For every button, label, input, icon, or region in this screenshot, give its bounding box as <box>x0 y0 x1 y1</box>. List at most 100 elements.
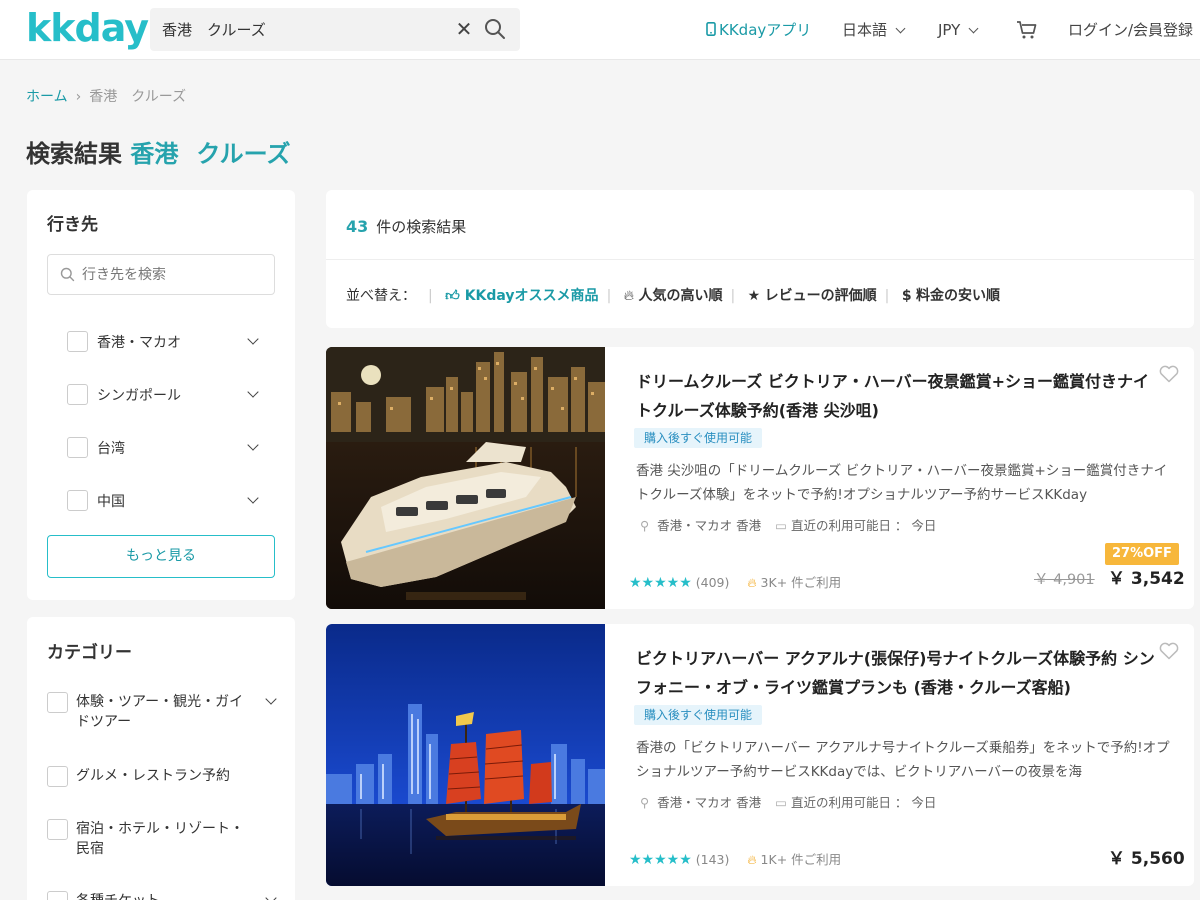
product-price: ￥ 5,560 <box>1108 849 1185 869</box>
chevron-down-icon <box>895 23 906 34</box>
product-image[interactable] <box>326 347 605 609</box>
sort-bar: 並べ替え： | 👍︎ KKdayオススメ商品 | 🔥︎ 人気の高い順 | ★ レビュー… <box>346 285 1000 305</box>
product-meta: ⚲ 香港・マカオ 香港 ▭ 直近の利用可能日 ： 今日 <box>640 792 936 811</box>
currency-label: JPY <box>938 21 961 39</box>
chevron-down-icon[interactable] <box>247 439 259 451</box>
title-location: 香港 <box>130 140 179 168</box>
chevron-down-icon[interactable] <box>247 386 259 398</box>
rating-stars: ★★★★★ <box>629 852 692 868</box>
chevron-down-icon[interactable] <box>247 333 259 345</box>
results-count-label: 件の検索結果 <box>376 218 467 236</box>
app-link[interactable]: KKdayアプリ <box>706 18 811 42</box>
clear-search-icon[interactable]: ✕ <box>453 18 475 40</box>
discount-badge: 27%OFF <box>1105 543 1179 565</box>
category-item[interactable]: グルメ・レストラン予約 <box>47 764 275 788</box>
heart-icon[interactable] <box>1159 365 1179 387</box>
chevron-down-icon[interactable] <box>247 492 259 504</box>
destination-item[interactable]: 台湾 <box>67 436 259 460</box>
separator: | <box>606 288 612 304</box>
search-icon <box>60 267 75 286</box>
category-label: 各種チケット <box>76 891 246 900</box>
sort-popular[interactable]: 🔥︎ 人気の高い順 <box>624 288 723 304</box>
checkbox[interactable] <box>67 384 88 405</box>
category-label: グルメ・レストラン予約 <box>76 768 230 784</box>
chevron-down-icon <box>968 23 979 34</box>
kkday-logo[interactable]: kkday <box>26 6 149 50</box>
show-more-button[interactable]: もっと見る <box>47 535 275 578</box>
chevron-down-icon[interactable] <box>265 892 277 900</box>
destination-filter-title: 行き先 <box>47 215 98 235</box>
results-header: 43 件の検索結果 並べ替え： | 👍︎ KKdayオススメ商品 | 🔥︎ 人気の高い… <box>326 190 1194 328</box>
language-dropdown[interactable]: 日本語 <box>842 18 906 42</box>
checkbox[interactable] <box>67 437 88 458</box>
chevron-down-icon[interactable] <box>265 693 277 705</box>
destination-item[interactable]: シンガポール <box>67 383 259 407</box>
fire-icon: 🔥︎ <box>623 288 635 304</box>
destination-label: 香港・マカオ <box>97 335 181 351</box>
fire-icon: 🔥︎ <box>747 575 757 590</box>
results-count: 43 件の検索結果 <box>346 216 466 237</box>
page-title: 検索結果 香港 クルーズ <box>26 134 290 169</box>
heart-icon[interactable] <box>1159 642 1179 664</box>
product-availability: 直近の利用可能日 ： 今日 <box>790 795 937 810</box>
category-filter: カテゴリー 体験・ツアー・観光・ガイドツアー グルメ・レストラン予約 宿泊・ホテ… <box>27 617 295 900</box>
checkbox[interactable] <box>47 891 68 900</box>
location-pin-icon: ⚲ <box>640 795 650 810</box>
destination-filter: 行き先 香港・マカオ シンガポール 台湾 中国 もっと見る <box>27 190 295 600</box>
destination-item[interactable]: 香港・マカオ <box>67 330 259 354</box>
product-title[interactable]: ドリームクルーズ ビクトリア・ハーバー夜景鑑賞+ショー鑑賞付きナイトクルーズ体験… <box>636 367 1156 425</box>
breadcrumb-item: 香港 <box>89 89 118 105</box>
product-rating: ★★★★★ (143) 🔥︎ 1K+ 件ご利用 <box>629 849 841 868</box>
cart-icon[interactable] <box>1016 19 1038 48</box>
calendar-icon: ▭ <box>775 518 787 533</box>
separator: | <box>730 288 736 304</box>
product-rating: ★★★★★ (409) 🔥︎ 3K+ 件ご利用 <box>629 572 841 591</box>
destination-search[interactable] <box>47 254 275 295</box>
phone-icon <box>706 22 716 36</box>
category-item[interactable]: 体験・ツアー・観光・ガイドツアー <box>47 690 277 734</box>
search-icon[interactable] <box>483 17 507 41</box>
category-label: 宿泊・ホテル・リゾート・民宿 <box>76 821 244 857</box>
instant-use-badge: 購入後すぐ使用可能 <box>634 428 763 448</box>
login-link[interactable]: ログイン/会員登録 <box>1068 18 1193 42</box>
destination-label: 中国 <box>97 494 125 510</box>
thumbs-up-icon: 👍︎ <box>445 288 460 304</box>
category-filter-title: カテゴリー <box>47 643 132 663</box>
review-count: (143) <box>695 852 730 867</box>
sort-price[interactable]: $ 料金の安い順 <box>902 288 1000 304</box>
product-image[interactable] <box>326 624 605 886</box>
breadcrumb-item: クルーズ <box>131 89 187 105</box>
product-title[interactable]: ビクトリアハーバー アクアルナ(張保仔)号ナイトクルーズ体験予約 シンフォニー・… <box>636 644 1156 702</box>
sort-rating-label: レビューの評価順 <box>764 288 877 304</box>
destination-item[interactable]: 中国 <box>67 489 259 513</box>
checkbox[interactable] <box>67 331 88 352</box>
separator: | <box>884 288 890 304</box>
product-card[interactable]: ドリームクルーズ ビクトリア・ハーバー夜景鑑賞+ショー鑑賞付きナイトクルーズ体験… <box>326 347 1194 609</box>
category-item[interactable]: 各種チケット <box>47 889 277 900</box>
breadcrumb-home[interactable]: ホーム <box>26 89 68 105</box>
sort-rating[interactable]: ★ レビューの評価順 <box>748 288 877 304</box>
fire-icon: 🔥︎ <box>747 852 757 867</box>
category-item[interactable]: 宿泊・ホテル・リゾート・民宿 <box>47 817 275 861</box>
sort-recommended[interactable]: 👍︎ KKdayオススメ商品 <box>445 288 598 304</box>
currency-dropdown[interactable]: JPY <box>938 18 979 42</box>
checkbox[interactable] <box>47 766 68 787</box>
sort-popular-label: 人気の高い順 <box>638 288 723 304</box>
search-input[interactable] <box>150 8 440 51</box>
checkbox[interactable] <box>47 692 68 713</box>
checkbox[interactable] <box>47 819 68 840</box>
destination-search-input[interactable] <box>82 255 268 294</box>
product-card[interactable]: ビクトリアハーバー アクアルナ(張保仔)号ナイトクルーズ体験予約 シンフォニー・… <box>326 624 1194 886</box>
title-prefix: 検索結果 <box>26 140 122 168</box>
title-keyword: クルーズ <box>196 140 291 168</box>
results-count-number: 43 <box>346 217 369 236</box>
checkbox[interactable] <box>67 490 88 511</box>
product-location: 香港・マカオ 香港 <box>657 518 762 533</box>
divider <box>326 259 1194 260</box>
product-description: 香港 尖沙咀の「ドリームクルーズ ビクトリア・ハーバー夜景鑑賞+ショー鑑賞付きナ… <box>636 463 1168 503</box>
original-price: ￥ 4,901 <box>1034 572 1095 588</box>
location-pin-icon: ⚲ <box>640 518 650 533</box>
booked-count: 3K+ 件ご利用 <box>760 575 842 590</box>
category-label: 体験・ツアー・観光・ガイドツアー <box>76 694 244 730</box>
search-bar[interactable]: ✕ <box>150 8 520 51</box>
